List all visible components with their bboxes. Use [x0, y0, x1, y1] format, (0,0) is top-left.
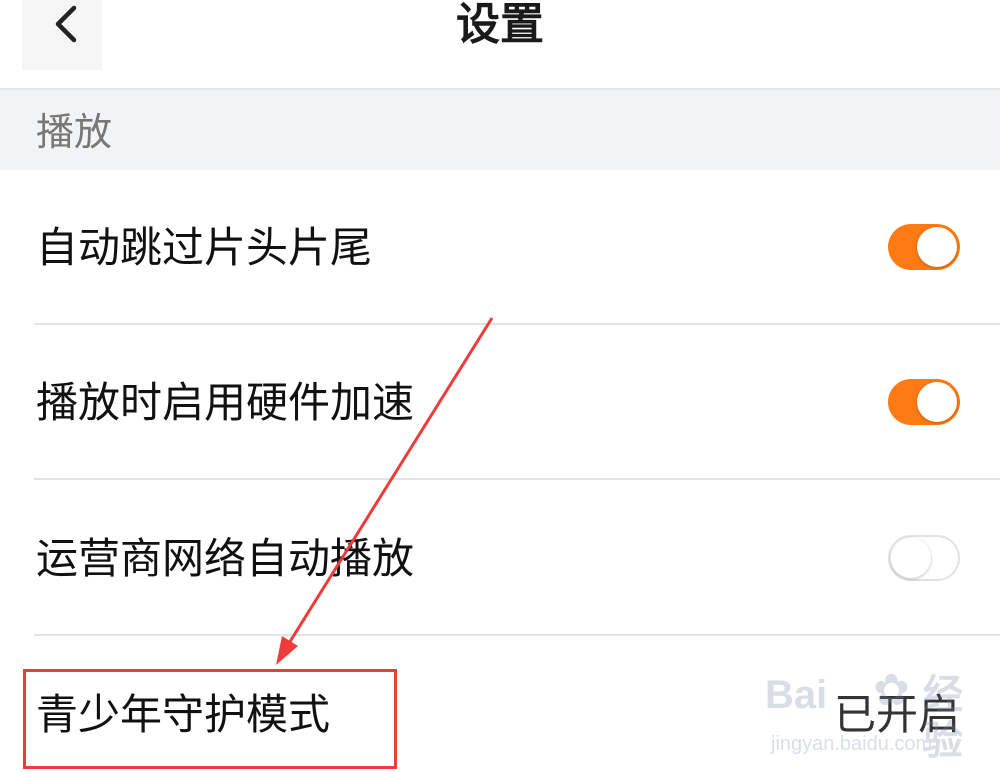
- top-nav-bar: 设置: [0, 0, 1000, 90]
- toggle-knob: [891, 538, 931, 578]
- setting-row-hardware-accel[interactable]: 播放时启用硬件加速: [0, 325, 1000, 480]
- setting-label: 播放时启用硬件加速: [36, 378, 415, 427]
- row-divider: [34, 478, 1000, 480]
- section-header-playback: 播放: [0, 90, 1000, 170]
- skip-intro-toggle[interactable]: [888, 224, 960, 270]
- toggle-knob: [917, 382, 957, 422]
- setting-label: 自动跳过片头片尾: [36, 223, 373, 272]
- toggle-knob: [917, 227, 957, 267]
- section-label: 播放: [36, 110, 113, 154]
- setting-row-cellular-autoplay[interactable]: 运营商网络自动播放: [0, 481, 1000, 636]
- annotation-highlight-box: [23, 669, 397, 769]
- cellular-autoplay-toggle[interactable]: [888, 535, 960, 581]
- hardware-accel-toggle[interactable]: [888, 379, 960, 425]
- row-divider: [34, 634, 1000, 636]
- page-title: 设置: [456, 0, 544, 50]
- youth-mode-status: 已开启: [833, 690, 960, 739]
- setting-label: 运营商网络自动播放: [36, 534, 415, 583]
- setting-row-skip-intro[interactable]: 自动跳过片头片尾: [0, 170, 1000, 325]
